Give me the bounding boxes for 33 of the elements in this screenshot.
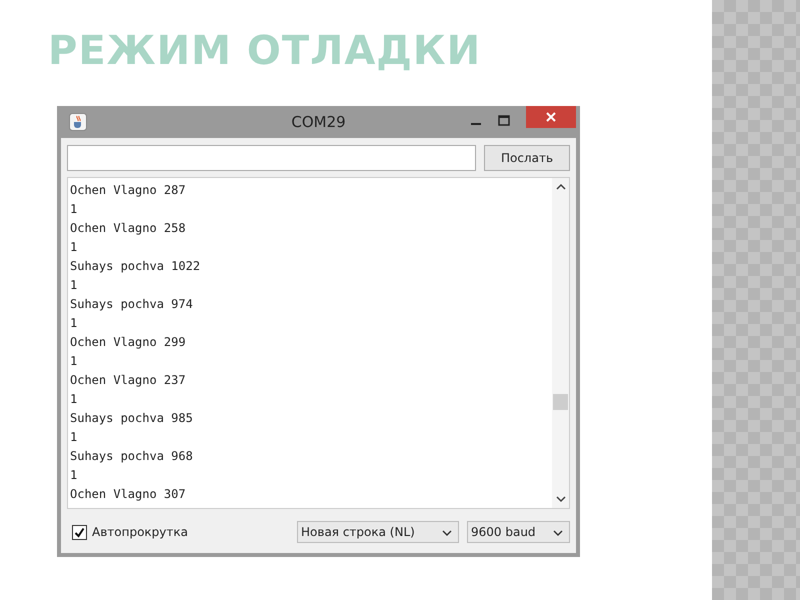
baud-rate-dropdown[interactable]: 9600 baud bbox=[467, 521, 570, 543]
scrollbar-thumb[interactable] bbox=[553, 394, 568, 410]
output-line: Suhays pochva 968 bbox=[70, 448, 194, 465]
output-line: 1 bbox=[70, 277, 78, 294]
output-line: 1 bbox=[70, 239, 78, 256]
output-line: Suhays pochva 1022 bbox=[70, 258, 202, 275]
close-icon bbox=[546, 112, 556, 122]
output-line: 1 bbox=[70, 467, 78, 484]
output-line: 1 bbox=[70, 391, 78, 408]
caret-icon bbox=[442, 528, 452, 536]
scrollbar[interactable] bbox=[552, 178, 569, 508]
send-button[interactable]: Послать bbox=[484, 145, 570, 171]
autoscroll-checkbox[interactable] bbox=[72, 524, 87, 540]
caret-icon bbox=[553, 528, 563, 536]
output-line: 1 bbox=[70, 429, 78, 446]
output-line: Ochen Vlagno 287 bbox=[70, 182, 187, 199]
output-line: Ochen Vlagno 299 bbox=[70, 334, 187, 351]
slide-title: РЕЖИМ ОТЛАДКИ bbox=[48, 28, 482, 74]
output-line: Suhays pochva 974 bbox=[70, 296, 194, 313]
output-line: Ochen Vlagno 237 bbox=[70, 372, 187, 389]
maximize-icon[interactable] bbox=[498, 115, 510, 127]
autoscroll-label: Автопрокрутка bbox=[92, 525, 188, 539]
output-line: 1 bbox=[70, 353, 78, 370]
output-line: Suhays pochva 985 bbox=[70, 410, 194, 427]
input-field[interactable] bbox=[67, 145, 476, 171]
output-line: 1 bbox=[70, 315, 78, 332]
coffee-cup-icon bbox=[69, 113, 87, 131]
window-title: COM29 bbox=[291, 113, 346, 131]
output-line: Ochen Vlagno 307 bbox=[70, 486, 187, 503]
close-button[interactable] bbox=[526, 106, 576, 128]
output-line: Ochen Vlagno 258 bbox=[70, 220, 187, 237]
line-ending-dropdown[interactable]: Новая строка (NL) bbox=[297, 521, 459, 543]
output-line: 1 bbox=[70, 201, 78, 218]
